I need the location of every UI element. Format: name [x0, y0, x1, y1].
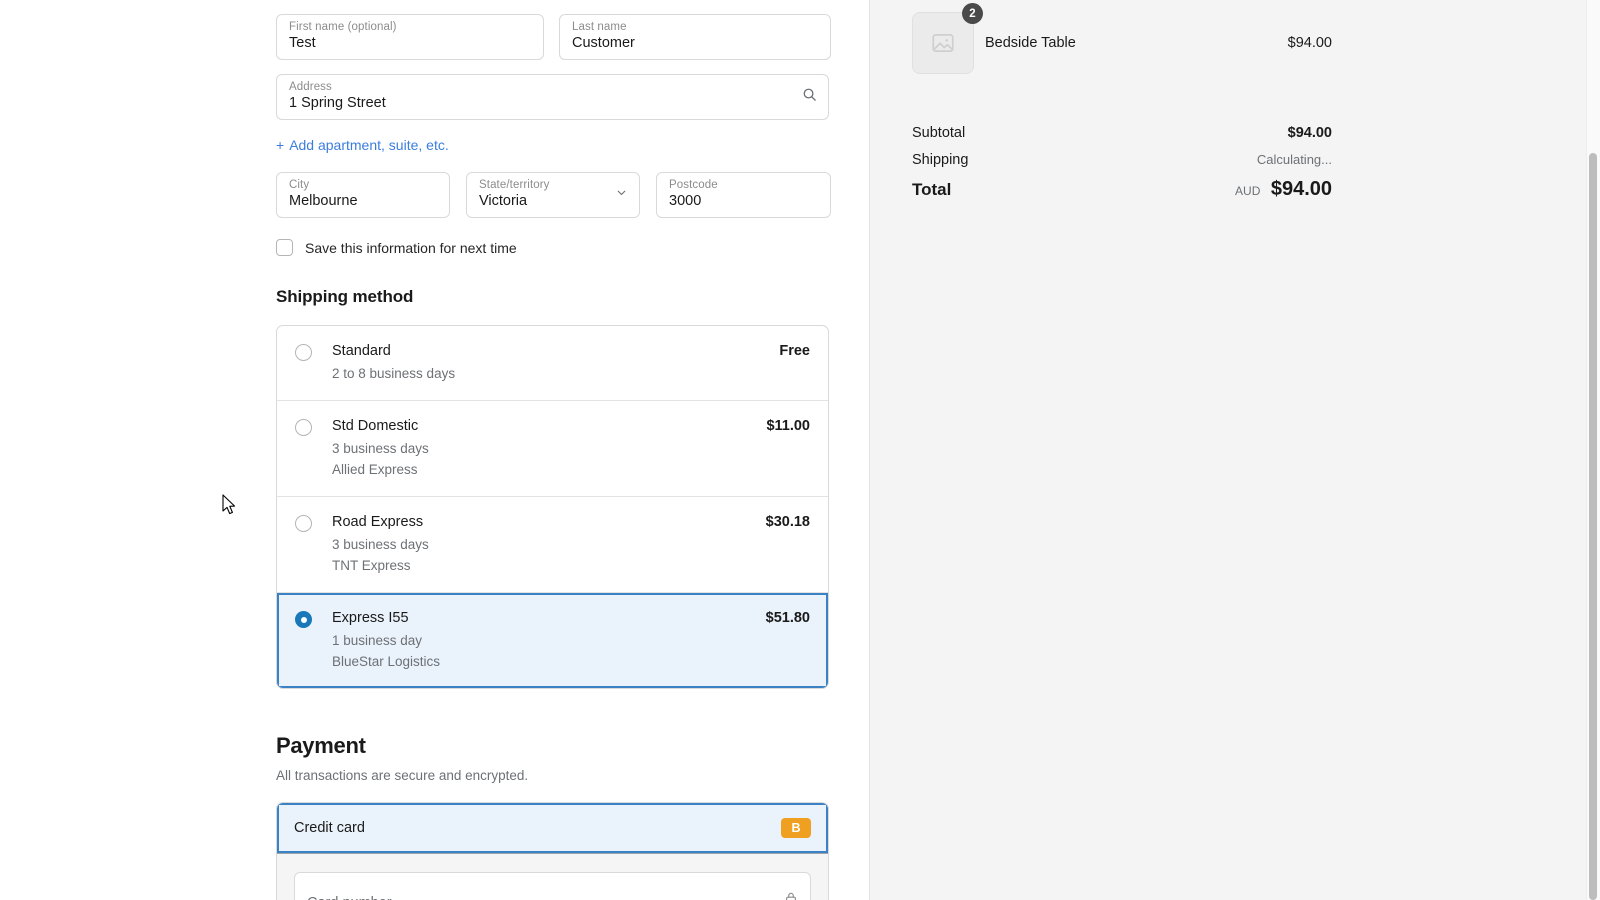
first-name-label: First name (optional): [289, 21, 397, 33]
total-row: Total AUD $94.00: [912, 178, 1332, 201]
payment-method-label: Credit card: [294, 820, 365, 836]
state-value: Victoria: [479, 193, 528, 209]
address-label: Address: [289, 81, 332, 93]
postcode-label: Postcode: [669, 179, 718, 191]
shipping-option-eta: 3 business days: [332, 441, 429, 456]
payment-fields: Card number: [277, 854, 828, 900]
save-info-row[interactable]: Save this information for next time: [276, 239, 829, 256]
name-row: First name (optional) Test Last name Cus…: [276, 14, 831, 60]
radio-icon[interactable]: [295, 344, 312, 361]
radio-icon[interactable]: [295, 419, 312, 436]
locality-row: City Melbourne State/territory Victoria …: [276, 172, 831, 218]
shipping-option-name: Road Express: [332, 514, 424, 530]
shipping-option-price: $11.00: [766, 418, 810, 434]
mouse-cursor: [222, 494, 237, 521]
shipping-option-carrier: Allied Express: [332, 462, 418, 477]
checkout-page: First name (optional) Test Last name Cus…: [0, 0, 1600, 900]
shipping-option-eta: 3 business days: [332, 537, 429, 552]
payment-subtitle: All transactions are secure and encrypte…: [276, 768, 529, 783]
state-select[interactable]: State/territory Victoria: [466, 172, 640, 218]
shipping-option-name: Std Domestic: [332, 418, 419, 434]
first-name-field[interactable]: First name (optional) Test: [276, 14, 544, 60]
shipping-row: Shipping Calculating...: [912, 152, 1332, 168]
last-name-field[interactable]: Last name Customer: [559, 14, 831, 60]
last-name-label: Last name: [572, 21, 627, 33]
subtotal-label: Subtotal: [912, 125, 966, 141]
shipping-value: Calculating...: [1256, 152, 1332, 167]
page-scrollbar[interactable]: [1586, 0, 1600, 900]
address-value: 1 Spring Street: [289, 95, 386, 111]
shipping-option-carrier: BlueStar Logistics: [332, 654, 441, 669]
total-label: Total: [912, 180, 952, 199]
total-amount-group: AUD $94.00: [1235, 178, 1332, 201]
last-name-value: Customer: [572, 35, 635, 51]
order-summary-column: 2 Bedside Table $94.00 Subtotal $94.00 S…: [870, 0, 1600, 900]
first-name-value: Test: [289, 35, 316, 51]
shipping-option-price: $30.18: [765, 514, 810, 530]
payment-method-box: Credit card B Card number: [276, 802, 829, 900]
payment-title: Payment: [276, 733, 366, 758]
shipping-option-price: Free: [779, 343, 810, 359]
shipping-option-express-i55[interactable]: Express I55 1 business day BlueStar Logi…: [277, 593, 828, 688]
search-icon[interactable]: [802, 87, 817, 107]
postcode-field[interactable]: Postcode 3000: [656, 172, 831, 218]
checkout-form: First name (optional) Test Last name Cus…: [276, 0, 831, 900]
order-summary: 2 Bedside Table $94.00 Subtotal $94.00 S…: [912, 0, 1332, 201]
add-apartment-label: Add apartment, suite, etc.: [289, 137, 449, 153]
shipping-option-name: Standard: [332, 343, 391, 359]
radio-icon-selected[interactable]: [295, 611, 312, 628]
payment-method-credit-card[interactable]: Credit card B: [277, 803, 828, 854]
plus-icon: +: [276, 137, 285, 153]
postcode-value: 3000: [669, 193, 702, 209]
total-currency: AUD: [1235, 184, 1261, 198]
add-apartment-link[interactable]: + Add apartment, suite, etc.: [276, 137, 449, 153]
shipping-option-price: $51.80: [765, 610, 810, 626]
product-thumbnail-wrap: 2: [912, 3, 983, 74]
shipping-option-eta: 2 to 8 business days: [332, 366, 456, 381]
subtotal-value: $94.00: [1287, 125, 1332, 141]
subtotal-row: Subtotal $94.00: [912, 125, 1332, 141]
shipping-option-carrier: TNT Express: [332, 558, 411, 573]
city-label: City: [289, 179, 310, 191]
save-info-label: Save this information for next time: [305, 239, 517, 256]
shipping-method-title: Shipping method: [276, 287, 414, 306]
radio-icon[interactable]: [295, 515, 312, 532]
product-price: $94.00: [1287, 35, 1332, 51]
scrollbar-thumb[interactable]: [1589, 153, 1597, 900]
shipping-option-name: Express I55: [332, 610, 409, 626]
city-field[interactable]: City Melbourne: [276, 172, 450, 218]
shipping-option-eta: 1 business day: [332, 633, 423, 648]
city-value: Melbourne: [289, 193, 358, 209]
address-field[interactable]: Address 1 Spring Street: [276, 74, 829, 120]
shipping-option-standard[interactable]: Standard 2 to 8 business days Free: [277, 326, 828, 401]
order-line-item: 2 Bedside Table $94.00: [912, 3, 1332, 74]
shipping-option-std-domestic[interactable]: Std Domestic 3 business days Allied Expr…: [277, 401, 828, 497]
bogus-gateway-badge-icon: B: [781, 818, 811, 838]
state-label: State/territory: [479, 179, 550, 191]
total-value: $94.00: [1270, 178, 1332, 200]
checkout-form-column: First name (optional) Test Last name Cus…: [0, 0, 870, 900]
product-name: Bedside Table: [985, 35, 1076, 51]
shipping-label: Shipping: [912, 152, 969, 168]
card-number-placeholder: Card number: [307, 895, 392, 900]
chevron-down-icon[interactable]: [615, 186, 628, 204]
lock-icon: [784, 891, 798, 900]
card-number-input[interactable]: Card number: [294, 872, 811, 900]
save-info-checkbox[interactable]: [276, 239, 293, 256]
quantity-badge: 2: [962, 3, 983, 24]
shipping-options-list: Standard 2 to 8 business days Free Std D…: [276, 325, 829, 689]
shipping-option-road-express[interactable]: Road Express 3 business days TNT Express…: [277, 497, 828, 593]
